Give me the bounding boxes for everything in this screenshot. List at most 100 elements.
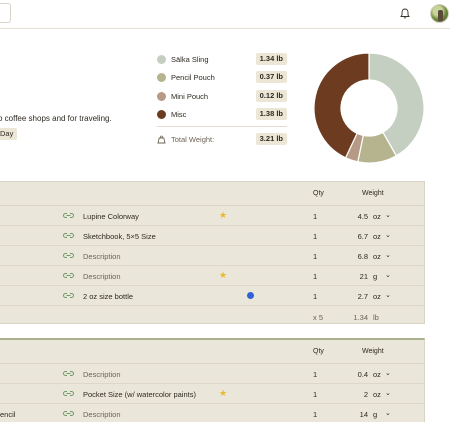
item-weight[interactable]: 2 [352, 390, 368, 399]
item-qty[interactable]: 1 [313, 292, 317, 301]
link-icon[interactable] [63, 231, 74, 240]
list-description: o coffee shops and for traveling. [0, 114, 112, 123]
weight-unit[interactable]: oz [373, 232, 381, 241]
chevron-down-icon[interactable]: ⌄ [385, 409, 391, 417]
item-name[interactable]: 2 oz size bottle [83, 292, 133, 301]
table-row[interactable]: 2 oz size bottle 1 2.7 oz ⌄ [0, 286, 424, 306]
table-row[interactable]: Description 1 6.8 oz ⌄ [0, 246, 424, 266]
link-icon[interactable] [63, 271, 74, 280]
legend-item-salka-sling: Sälka Sling 1.34 lb [157, 53, 287, 67]
item-name[interactable]: Sketchbook, 5×5 Size [83, 232, 156, 241]
table-row[interactable]: Lupine Colorway ★ 1 4.5 oz ⌄ [0, 206, 424, 226]
table-header: Qty Weight [0, 182, 424, 206]
total-weight-value: 3.21 lb [255, 133, 287, 145]
total-weight-label: Total Weight: [171, 135, 215, 144]
item-weight[interactable]: 6.7 [352, 232, 368, 241]
tag-day[interactable]: Day [0, 128, 18, 140]
weight-unit[interactable]: g [373, 272, 377, 281]
table-row[interactable]: Sketchbook, 5×5 Size 1 6.7 oz ⌄ [0, 226, 424, 246]
item-name[interactable]: Description [83, 272, 121, 281]
item-count: x 5 [313, 313, 324, 322]
weight-unit[interactable]: g [373, 410, 377, 419]
legend-label: Mini Pouch [171, 92, 209, 101]
table-row[interactable]: Pocket Size (w/ watercolor paints) ★ 1 2… [0, 384, 424, 404]
weight-unit[interactable]: oz [373, 390, 381, 399]
item-qty[interactable]: 1 [313, 252, 317, 261]
item-qty[interactable]: 1 [313, 370, 317, 379]
weight-header: Weight [362, 190, 384, 197]
link-icon[interactable] [63, 291, 74, 300]
category-panel: Qty Weight Lupine Colorway ★ 1 4.5 oz ⌄ … [0, 181, 425, 324]
table-row[interactable]: Description ★ 1 21 g ⌄ [0, 266, 424, 286]
legend-item-pencil-pouch: Pencil Pouch 0.37 lb [157, 71, 287, 85]
item-qty[interactable]: 1 [313, 272, 317, 281]
item-name[interactable]: Description [83, 370, 121, 379]
scale-icon [157, 135, 166, 144]
table-row[interactable]: Description 1 0.4 oz ⌄ [0, 364, 424, 384]
chevron-down-icon[interactable]: ⌄ [385, 389, 391, 397]
consumable-icon[interactable] [247, 292, 254, 299]
top-bar [0, 0, 450, 29]
weight-header: Weight [362, 348, 384, 355]
legend-swatch [157, 92, 166, 101]
menu-box[interactable] [0, 3, 11, 23]
item-qty[interactable]: 1 [313, 232, 317, 241]
category-weight-unit: lb [373, 313, 379, 322]
legend-label: Sälka Sling [171, 55, 209, 64]
item-weight[interactable]: 6.8 [352, 252, 368, 261]
weight-unit[interactable]: oz [373, 292, 381, 301]
bell-icon[interactable] [400, 8, 410, 19]
weight-donut-chart [313, 52, 425, 164]
legend-label: Pencil Pouch [171, 73, 215, 82]
item-weight[interactable]: 2.7 [352, 292, 368, 301]
legend-swatch [157, 73, 166, 82]
legend-swatch [157, 110, 166, 119]
chevron-down-icon[interactable]: ⌄ [385, 231, 391, 239]
item-name[interactable]: Lupine Colorway [83, 212, 139, 221]
item-weight[interactable]: 4.5 [352, 212, 368, 221]
qty-header: Qty [313, 190, 324, 197]
qty-header: Qty [313, 348, 324, 355]
link-icon[interactable] [63, 251, 74, 260]
item-qty[interactable]: 1 [313, 390, 317, 399]
legend-item-misc: Misc 1.38 lb [157, 108, 287, 122]
chevron-down-icon[interactable]: ⌄ [385, 369, 391, 377]
weight-unit[interactable]: oz [373, 370, 381, 379]
link-icon[interactable] [63, 389, 74, 398]
legend-swatch [157, 55, 166, 64]
item-weight[interactable]: 0.4 [352, 370, 368, 379]
item-name[interactable]: Pocket Size (w/ watercolor paints) [83, 390, 196, 399]
legend-weight: 0.12 lb [255, 90, 287, 102]
legend-weight: 1.34 lb [255, 53, 287, 65]
star-icon[interactable]: ★ [219, 270, 227, 281]
item-qty[interactable]: 1 [313, 410, 317, 419]
chevron-down-icon[interactable]: ⌄ [385, 251, 391, 259]
chevron-down-icon[interactable]: ⌄ [385, 291, 391, 299]
total-weight-row: Total Weight: 3.21 lb [157, 133, 287, 147]
avatar[interactable] [430, 4, 449, 23]
link-icon[interactable] [63, 409, 74, 418]
link-icon[interactable] [63, 211, 74, 220]
legend-label: Misc [171, 110, 187, 119]
category-footer: x 5 1.34 lb [0, 306, 424, 328]
category-panel: Qty Weight Description 1 0.4 oz ⌄ Pocket… [0, 338, 425, 422]
table-header: Qty Weight [0, 340, 424, 364]
item-name-truncated[interactable]: encil [0, 410, 15, 419]
table-row[interactable]: encil Description 1 14 g ⌄ [0, 404, 424, 422]
link-icon[interactable] [63, 369, 74, 378]
legend-weight: 0.37 lb [255, 71, 287, 83]
chevron-down-icon[interactable]: ⌄ [385, 271, 391, 279]
legend-item-mini-pouch: Mini Pouch 0.12 lb [157, 90, 287, 104]
item-name[interactable]: Description [83, 410, 121, 419]
legend-divider [157, 126, 287, 127]
category-weight: 1.34 [353, 313, 368, 322]
item-weight[interactable]: 14 [352, 410, 368, 419]
star-icon[interactable]: ★ [219, 210, 227, 221]
chevron-down-icon[interactable]: ⌄ [385, 211, 391, 219]
item-weight[interactable]: 21 [352, 272, 368, 281]
star-icon[interactable]: ★ [219, 388, 227, 399]
weight-unit[interactable]: oz [373, 212, 381, 221]
item-name[interactable]: Description [83, 252, 121, 261]
item-qty[interactable]: 1 [313, 212, 317, 221]
weight-unit[interactable]: oz [373, 252, 381, 261]
